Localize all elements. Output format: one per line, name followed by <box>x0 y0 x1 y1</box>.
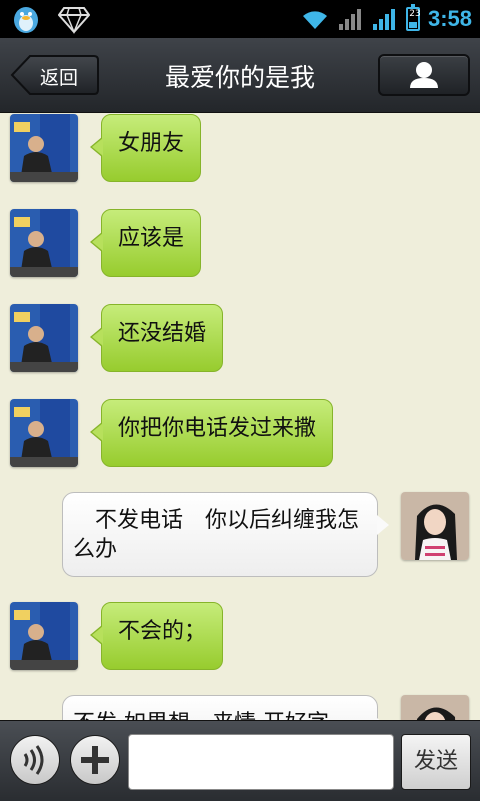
contact-avatar[interactable] <box>10 304 78 372</box>
incoming-message-bubble[interactable]: 还没结婚 <box>89 304 224 372</box>
incoming-message-bubble[interactable]: 你把你电话发过来撒 <box>89 399 334 467</box>
status-bar: 23 3:58 <box>0 0 480 38</box>
contact-avatar[interactable] <box>10 602 78 670</box>
user-avatar[interactable] <box>401 695 469 720</box>
signal-icon <box>372 9 395 30</box>
outgoing-message-bubble[interactable]: 不发 如果想一来情 开好字 <box>62 695 389 720</box>
person-icon <box>410 62 438 88</box>
message-input[interactable] <box>128 734 394 790</box>
message-list[interactable]: 女朋友 应该是 还没结婚 你把你电话发过来撒 不发电话 你以后纠缠我怎么办 不会… <box>0 112 480 720</box>
wifi-icon <box>302 11 327 29</box>
input-bar: 发送 <box>0 720 480 801</box>
add-button[interactable] <box>70 735 120 785</box>
profile-button[interactable] <box>378 54 470 96</box>
title-bar: 返回 最爱你的是我 <box>0 38 480 113</box>
qq-penguin-icon <box>14 7 38 33</box>
battery-icon: 23 <box>405 4 421 31</box>
plus-icon <box>81 746 109 774</box>
outgoing-message-bubble[interactable]: 不发电话 你以后纠缠我怎么办 <box>62 492 389 577</box>
contact-avatar[interactable] <box>10 114 78 182</box>
contact-avatar[interactable] <box>10 399 78 467</box>
signal-icon <box>338 9 361 30</box>
battery-level: 23 <box>409 9 421 19</box>
voice-button[interactable] <box>10 735 60 785</box>
send-button[interactable]: 发送 <box>401 734 471 790</box>
incoming-message-bubble[interactable]: 不会的； <box>89 602 224 670</box>
incoming-message-bubble[interactable]: 应该是 <box>89 209 202 277</box>
diamond-icon <box>58 7 90 34</box>
user-avatar[interactable] <box>401 492 469 560</box>
voice-icon <box>23 745 44 775</box>
clock: 3:58 <box>427 6 472 31</box>
contact-avatar[interactable] <box>10 209 78 277</box>
incoming-message-bubble[interactable]: 女朋友 <box>89 114 202 182</box>
